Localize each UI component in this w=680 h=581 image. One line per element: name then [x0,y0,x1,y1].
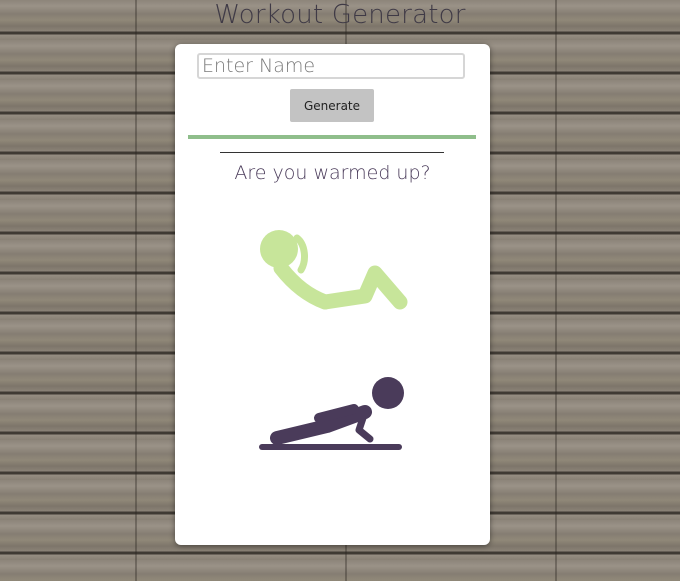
page-title: Workout Generator [214,0,466,30]
situp-icon [260,230,408,310]
name-input[interactable] [197,53,465,79]
thin-divider [220,152,444,153]
warmup-prompt: Are you warmed up? [234,162,431,184]
green-divider [188,135,476,139]
generate-button[interactable]: Generate [290,89,374,122]
workout-card: Generate Are you warmed up? [175,44,490,545]
pushup-icon [259,377,404,450]
